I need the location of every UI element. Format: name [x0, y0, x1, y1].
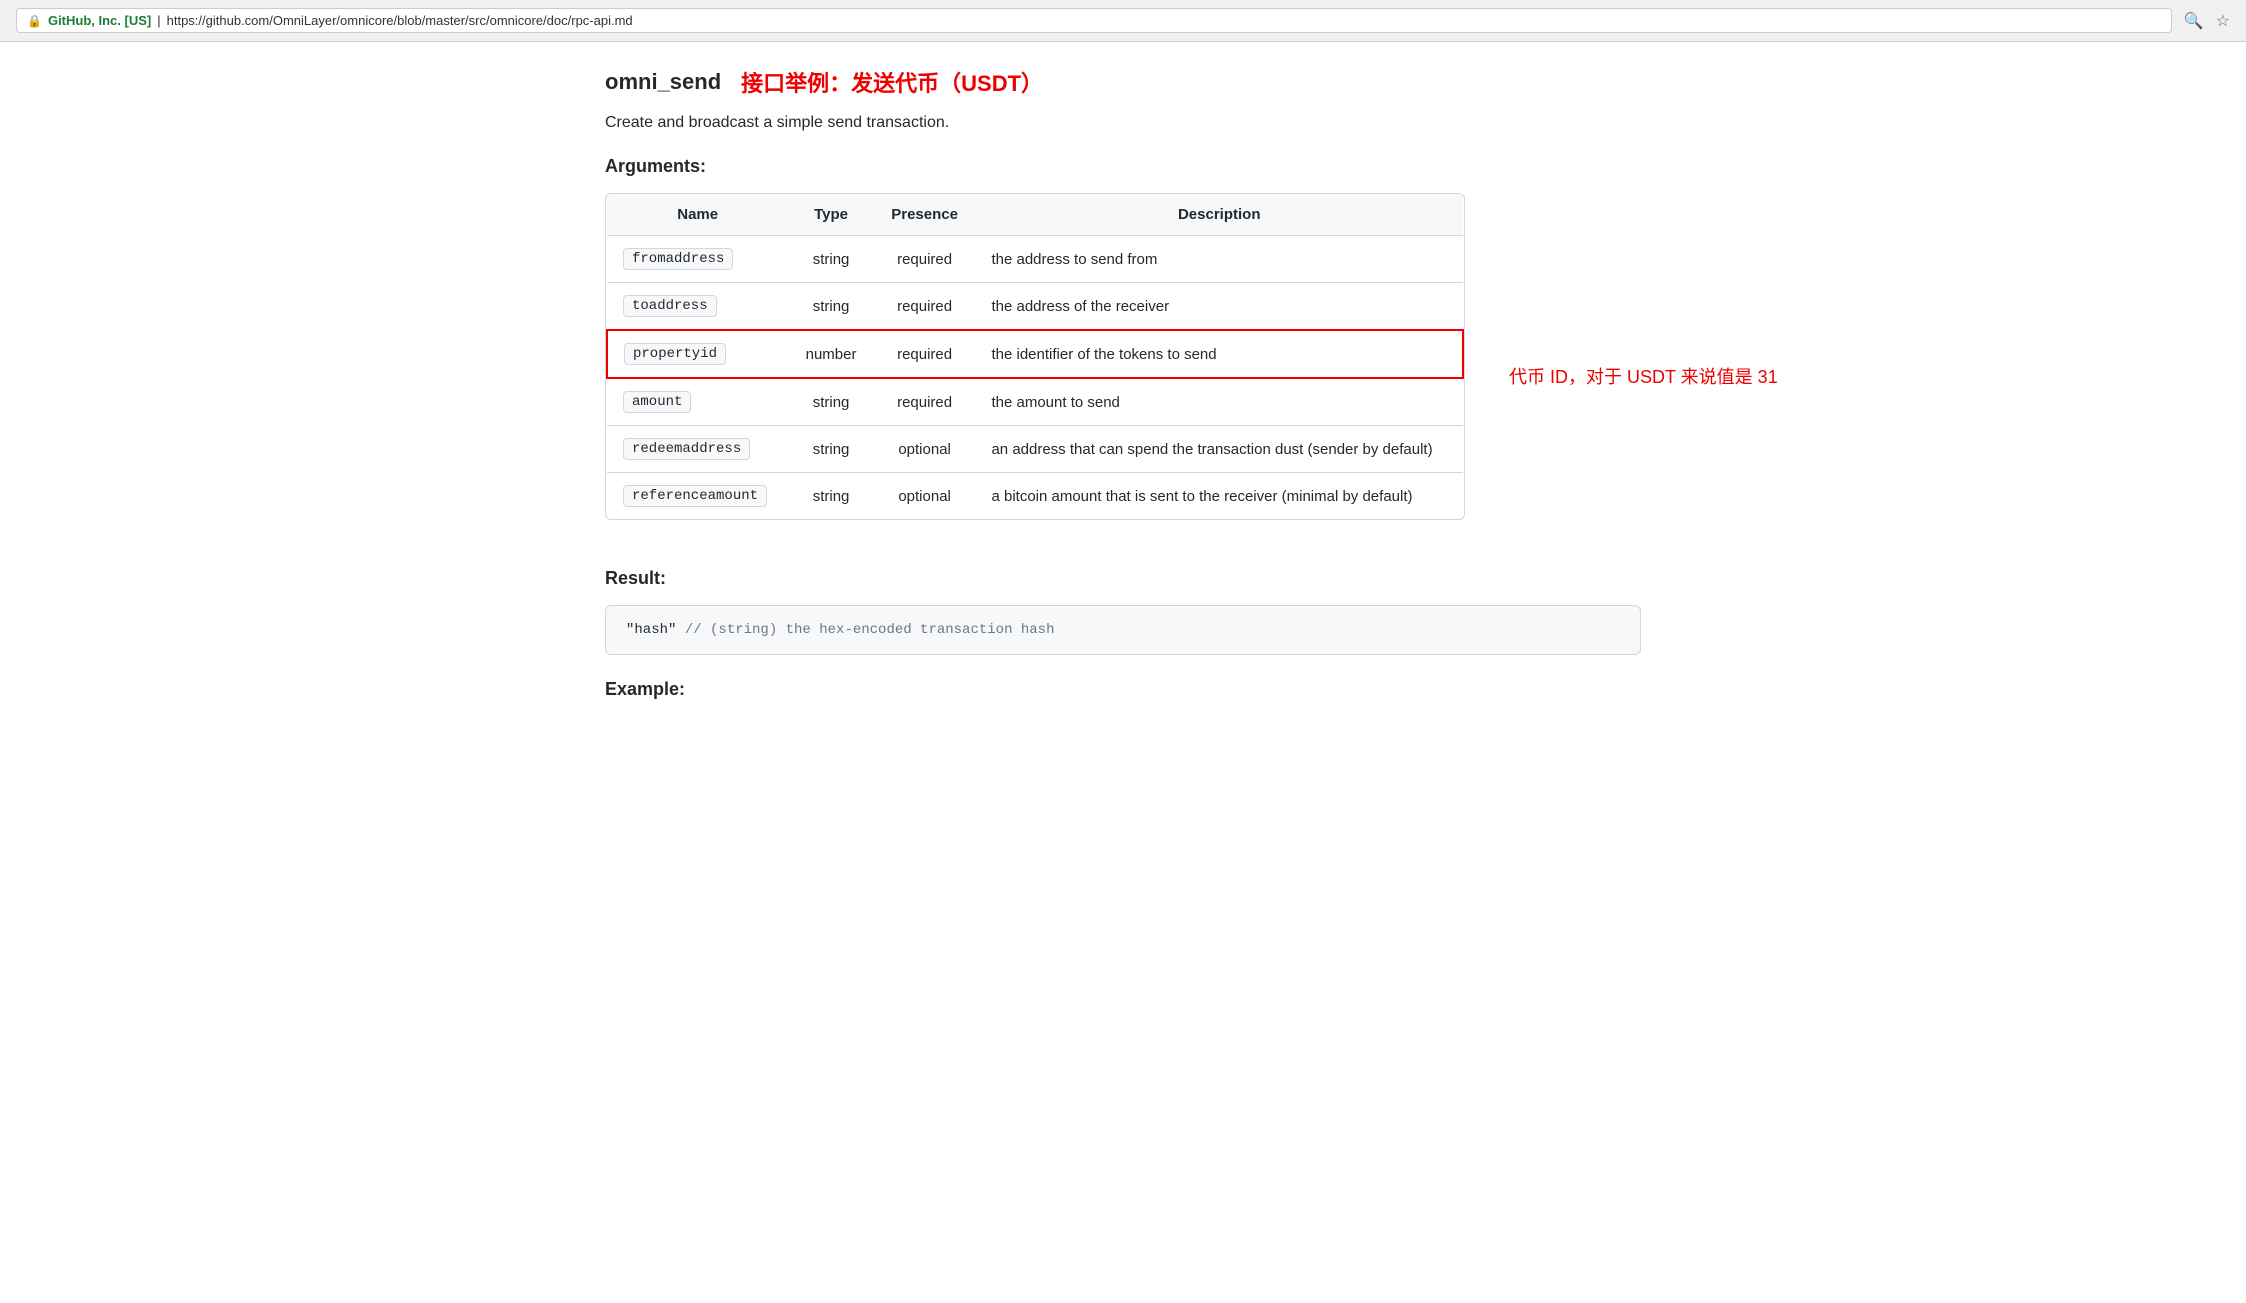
table-row: propertyid numberrequiredthe identifier o… [607, 330, 1463, 378]
param-type: string [788, 426, 873, 473]
browser-chrome: 🔒 GitHub, Inc. [US] | https://github.com… [0, 0, 2246, 42]
propertyid-annotation: 代币 ID，对于 USDT 来说值是 31 [1465, 363, 1778, 389]
bookmark-icon[interactable]: ☆ [2216, 11, 2230, 31]
param-presence: required [874, 330, 976, 378]
table-row: redeemaddress stringoptionalan address th… [607, 426, 1463, 473]
url-separator: | [157, 13, 160, 28]
param-name: redeemaddress [623, 438, 750, 460]
function-name: omni_send [605, 69, 721, 95]
code-hash: "hash" [626, 622, 685, 638]
annotation-text: 代币 ID，对于 USDT 来说值是 31 [1509, 367, 1778, 387]
search-icon[interactable]: 🔍 [2184, 11, 2204, 31]
description: Create and broadcast a simple send trans… [605, 114, 1641, 132]
param-description: an address that can spend the transactio… [975, 426, 1463, 473]
site-info: GitHub, Inc. [US] [48, 13, 151, 28]
param-name: fromaddress [623, 248, 733, 270]
arguments-table: Name Type Presence Description fromaddre… [606, 194, 1464, 519]
code-block: "hash" // (string) the hex-encoded trans… [605, 605, 1641, 655]
param-description: the amount to send [975, 378, 1463, 426]
param-name: amount [623, 391, 691, 413]
arguments-label: Arguments: [605, 156, 1641, 177]
param-type: string [788, 378, 873, 426]
param-name: propertyid [624, 343, 726, 365]
table-section: Name Type Presence Description fromaddre… [605, 193, 1641, 544]
param-type: number [788, 330, 873, 378]
table-row: fromaddress stringrequiredthe address to … [607, 236, 1463, 283]
table-row: amount stringrequiredthe amount to send [607, 378, 1463, 426]
result-label: Result: [605, 568, 1641, 589]
page-content: omni_send 接口举例：发送代币（USDT） Create and bro… [573, 42, 1673, 740]
param-type: string [788, 283, 873, 331]
browser-icons: 🔍 ☆ [2184, 11, 2230, 31]
param-presence: required [874, 236, 976, 283]
col-description: Description [975, 194, 1463, 236]
param-name: toaddress [623, 295, 717, 317]
table-header-row: Name Type Presence Description [607, 194, 1463, 236]
chinese-title: 接口举例：发送代币（USDT） [741, 66, 1043, 98]
page-header: omni_send 接口举例：发送代币（USDT） [605, 66, 1641, 98]
col-type: Type [788, 194, 873, 236]
arguments-table-wrapper: Name Type Presence Description fromaddre… [605, 193, 1465, 520]
param-presence: required [874, 378, 976, 426]
param-description: the identifier of the tokens to send [975, 330, 1463, 378]
address-bar[interactable]: 🔒 GitHub, Inc. [US] | https://github.com… [16, 8, 2172, 33]
param-type: string [788, 236, 873, 283]
param-description: the address to send from [975, 236, 1463, 283]
table-row: referenceamount stringoptionala bitcoin a… [607, 473, 1463, 520]
param-type: string [788, 473, 873, 520]
param-name: referenceamount [623, 485, 767, 507]
col-presence: Presence [874, 194, 976, 236]
code-comment: // (string) the hex-encoded transaction … [685, 622, 1055, 638]
example-label: Example: [605, 679, 1641, 700]
lock-icon: 🔒 [27, 14, 42, 28]
table-row: toaddress stringrequiredthe address of th… [607, 283, 1463, 331]
param-presence: optional [874, 426, 976, 473]
col-name: Name [607, 194, 788, 236]
param-description: the address of the receiver [975, 283, 1463, 331]
param-description: a bitcoin amount that is sent to the rec… [975, 473, 1463, 520]
param-presence: required [874, 283, 976, 331]
param-presence: optional [874, 473, 976, 520]
url-path: https://github.com/OmniLayer/omnicore/bl… [167, 13, 633, 28]
